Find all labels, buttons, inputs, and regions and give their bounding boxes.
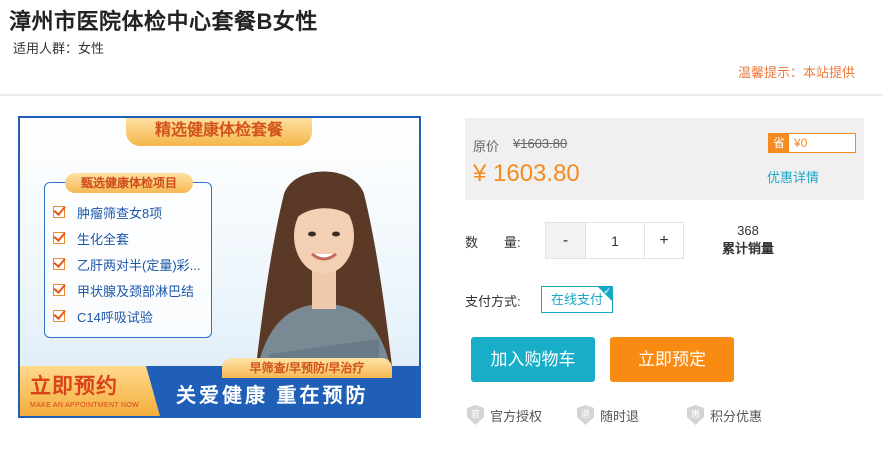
checkmark-icon: ✓ (603, 286, 611, 296)
add-to-cart-button[interactable]: 加入购物车 (471, 337, 595, 382)
product-banner-image: 精选健康体检套餐 甄选健康体检项目 肿瘤筛查女8项 生化全套 乙肝两对半(定量)… (18, 116, 421, 418)
payment-option-online[interactable]: 在线支付 ✓ (541, 286, 613, 313)
checklist-item: 甲状腺及颈部淋巴结 (53, 277, 207, 303)
sales-info: 368 累计销量 (713, 222, 783, 258)
checkbox-checked-icon (53, 206, 65, 218)
checklist-items: 肿瘤筛查女8项 生化全套 乙肝两对半(定量)彩... 甲状腺及颈部淋巴结 C14… (53, 199, 207, 329)
quantity-minus-button[interactable]: - (546, 223, 585, 258)
banner-top-ribbon: 精选健康体检套餐 (126, 118, 312, 146)
payment-option-label: 在线支付 (550, 292, 603, 307)
checklist-box: 甄选健康体检项目 肿瘤筛查女8项 生化全套 乙肝两对半(定量)彩... 甲状腺及… (44, 173, 212, 338)
book-now-button[interactable]: 立即预定 (610, 337, 734, 382)
appointment-cta-text: 立即预约 (30, 375, 118, 398)
shield-icon: 官 (467, 405, 484, 425)
tip-text: 温馨提示：本站提供 (738, 65, 856, 80)
checklist-item: C14呼吸试验 (53, 303, 207, 329)
guarantee-label: 官方授权 (490, 408, 543, 424)
checkbox-checked-icon (53, 258, 65, 270)
guarantee-label: 随时退 (600, 408, 640, 424)
appointment-cta-block: 立即预约 MAKE AN APPOINTMENT NOW (20, 366, 160, 416)
appointment-cta-subtext: MAKE AN APPOINTMENT NOW (30, 402, 140, 409)
payment-method-label: 支付方式: (465, 294, 521, 309)
quantity-label: 数 量: (465, 235, 521, 250)
savings-amount: ¥0 (794, 136, 808, 150)
quantity-input[interactable] (584, 223, 644, 258)
shield-icon: 惠 (687, 405, 704, 425)
guarantee-label: 积分优惠 (710, 408, 763, 424)
sales-label: 累计销量 (721, 241, 774, 256)
page-title: 漳州市医院体检中心套餐B女性 (9, 9, 318, 34)
checklist-item-label: 生化全套 (77, 231, 130, 247)
checklist-title: 甄选健康体检项目 (65, 173, 193, 193)
quantity-plus-button[interactable]: + (643, 223, 683, 258)
sales-count: 368 (737, 223, 759, 238)
price-box: 原价 ¥1603.80 ¥ 1603.80 省 ¥0 优惠详情 (465, 118, 864, 200)
product-page: 漳州市医院体检中心套餐B女性 适用人群：女性 温馨提示：本站提供 精选健康体检套… (0, 0, 883, 470)
original-price: ¥1603.80 (513, 136, 568, 151)
checklist-item-label: 肿瘤筛查女8项 (77, 205, 163, 221)
checklist-item-label: 甲状腺及颈部淋巴结 (77, 283, 195, 299)
checklist-item: 肿瘤筛查女8项 (53, 199, 207, 225)
checklist-item: 生化全套 (53, 225, 207, 251)
audience-text: 适用人群：女性 (13, 41, 105, 56)
slogan-ribbon: 早筛查/早预防/早治疗 (222, 358, 392, 378)
savings-badge: 省 ¥0 (768, 133, 856, 153)
guarantee-points: 惠 积分优惠 (687, 405, 762, 425)
savings-tag: 省 (769, 134, 790, 152)
checkbox-checked-icon (53, 310, 65, 322)
checklist-item-label: 乙肝两对半(定量)彩... (77, 257, 201, 273)
checklist-item: 乙肝两对半(定量)彩... (53, 251, 207, 277)
quantity-stepper: - + (545, 222, 684, 259)
divider (0, 94, 883, 96)
guarantee-refund: 退 随时退 (577, 405, 639, 425)
checkbox-checked-icon (53, 232, 65, 244)
checkbox-checked-icon (53, 284, 65, 296)
banner-slogan: 关爱健康 重在预防 (176, 385, 369, 407)
checklist-item-label: C14呼吸试验 (77, 309, 153, 325)
guarantee-official: 官 官方授权 (467, 405, 542, 425)
shield-icon: 退 (577, 405, 594, 425)
discount-details-link[interactable]: 优惠详情 (767, 167, 819, 186)
woman-portrait-image (254, 171, 394, 384)
current-price: ¥ 1603.80 (473, 160, 580, 187)
original-price-label: 原价 (473, 139, 500, 154)
